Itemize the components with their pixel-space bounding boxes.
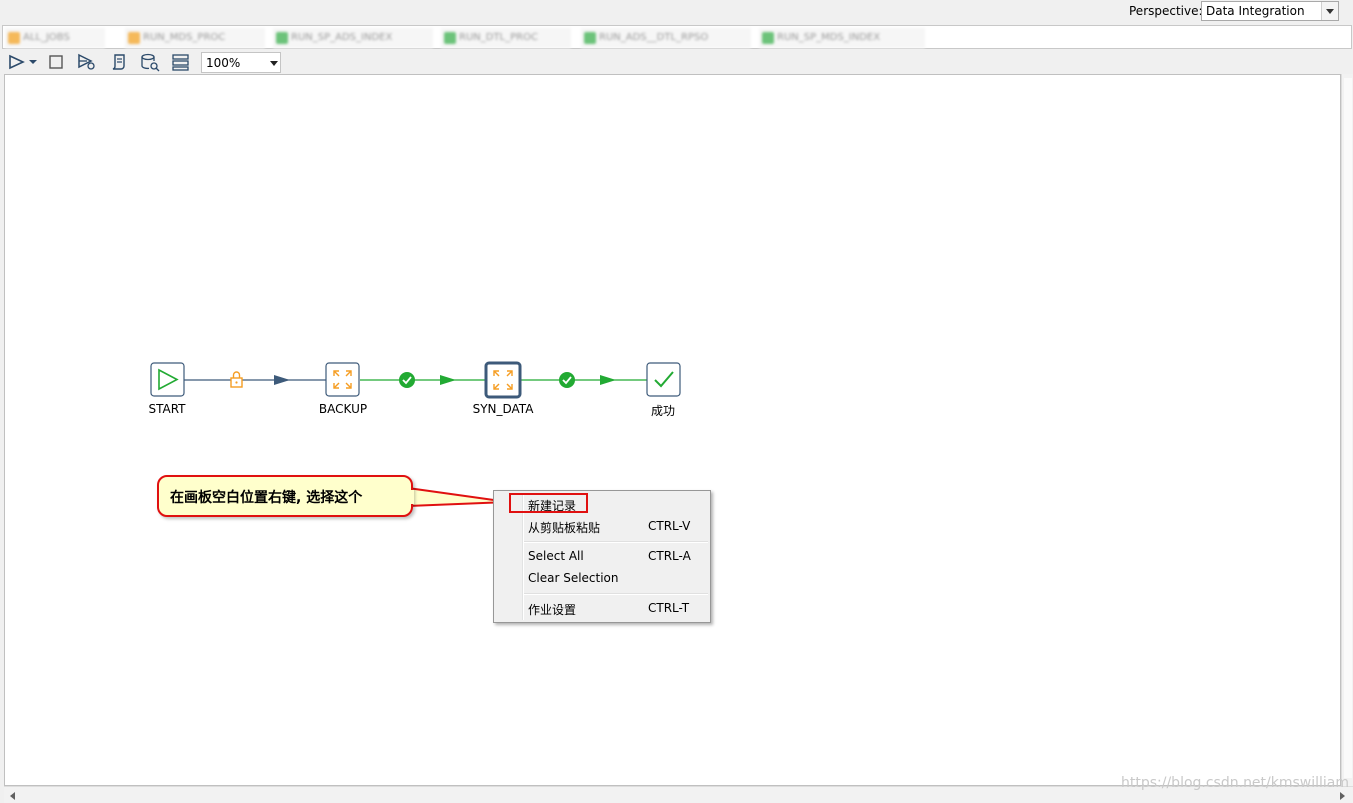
- context-menu: 新建记录 从剪贴板粘贴 CTRL-V Select All CTRL-A Cle…: [493, 490, 711, 623]
- menu-item-label: Clear Selection: [528, 571, 619, 585]
- scroll-left-icon[interactable]: [10, 792, 15, 800]
- menu-item-shortcut: CTRL-T: [648, 601, 690, 615]
- menu-separator: [524, 541, 708, 543]
- menu-item-select-all[interactable]: Select All CTRL-A: [496, 546, 708, 566]
- node-backup[interactable]: [325, 362, 360, 397]
- node-label-start: START: [148, 402, 186, 416]
- node-label-syn-data: SYN_DATA: [472, 402, 534, 416]
- success-icon: [399, 372, 415, 388]
- menu-item-label: 从剪贴板粘贴: [528, 521, 601, 535]
- annotation-callout: 在画板空白位置右键, 选择这个: [157, 475, 413, 517]
- scrollbar-track[interactable]: [1344, 78, 1352, 778]
- menu-item-label: 作业设置: [528, 603, 577, 617]
- menu-item-new-note[interactable]: 新建记录: [496, 494, 708, 514]
- node-start[interactable]: [150, 362, 185, 397]
- hop-start-backup[interactable]: [184, 375, 326, 385]
- lock-icon: [230, 371, 243, 388]
- node-label-success: 成功: [650, 404, 675, 418]
- menu-item-shortcut: CTRL-V: [648, 519, 691, 533]
- node-success[interactable]: [646, 362, 681, 397]
- watermark: https://blog.csdn.net/kmswilliam: [1121, 775, 1350, 791]
- success-icon: [559, 372, 575, 388]
- scroll-right-icon[interactable]: [1340, 792, 1345, 800]
- hop-backup-syndata[interactable]: [360, 375, 486, 385]
- node-syn-data[interactable]: [484, 361, 522, 399]
- menu-separator: [524, 593, 708, 595]
- callout-seam: [404, 490, 414, 504]
- menu-item-clear-selection[interactable]: Clear Selection: [496, 568, 708, 588]
- vertical-scrollbar[interactable]: [1341, 74, 1353, 786]
- hop-syndata-success[interactable]: [520, 375, 647, 385]
- menu-item-job-settings[interactable]: 作业设置 CTRL-T: [496, 598, 708, 618]
- menu-item-shortcut: CTRL-A: [648, 549, 691, 563]
- callout-text: 在画板空白位置右键, 选择这个: [170, 490, 363, 506]
- menu-item-label: Select All: [528, 549, 584, 563]
- menu-item-label: 新建记录: [528, 499, 577, 513]
- node-label-backup: BACKUP: [318, 402, 368, 416]
- menu-item-paste[interactable]: 从剪贴板粘贴 CTRL-V: [496, 516, 708, 536]
